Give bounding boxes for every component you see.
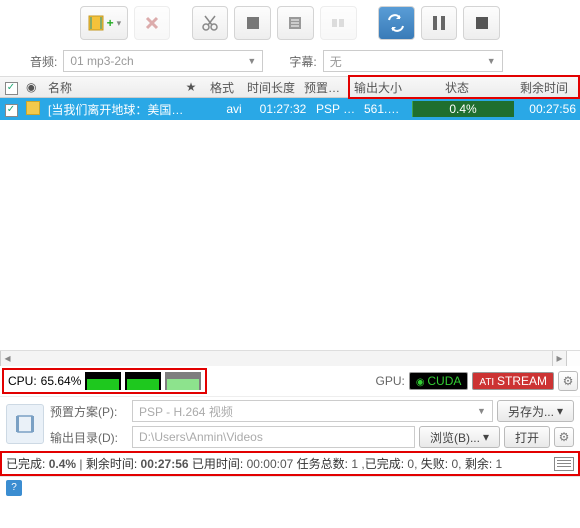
file-icon — [26, 101, 40, 115]
subtitle-label: 字幕: — [289, 53, 316, 70]
output-dir-input[interactable]: D:\Users\Anmin\Videos — [132, 426, 415, 448]
saveas-button[interactable]: 另存为...▾ — [497, 400, 574, 422]
cpu-value: 65.64% — [41, 374, 82, 388]
audio-select[interactable]: 01 mp3-2ch▼ — [63, 50, 263, 72]
list-view-icon[interactable] — [554, 457, 574, 471]
output-label: 输出目录(D): — [50, 429, 128, 446]
cpu-graph — [165, 372, 201, 390]
convert-button[interactable] — [378, 6, 415, 40]
horizontal-scrollbar[interactable]: ◂▸ — [0, 350, 580, 366]
preset-select[interactable]: PSP - H.264 视频▼ — [132, 400, 493, 422]
row-checkbox[interactable] — [5, 104, 18, 117]
gpu-label: GPU: — [376, 374, 405, 388]
cpu-graph — [125, 372, 161, 390]
stop-button[interactable] — [463, 6, 500, 40]
delete-button[interactable] — [134, 6, 171, 40]
ati-badge: ATI STREAM — [472, 372, 554, 390]
help-icon[interactable]: ? — [6, 480, 22, 496]
cut-button[interactable] — [192, 6, 229, 40]
crop-button[interactable] — [234, 6, 271, 40]
audio-label: 音频: — [30, 53, 57, 70]
nvidia-badge: ◉ CUDA — [409, 372, 469, 390]
gpu-settings-button[interactable]: ⚙ — [558, 371, 578, 391]
preset-icon — [6, 404, 44, 444]
task-list-area — [0, 120, 580, 350]
status-bar: 已完成: 0.4% | 剩余时间: 00:27:56 已用时间: 00:00:0… — [0, 451, 580, 476]
add-button[interactable]: +▾ — [80, 6, 128, 40]
table-header: ◉ 名称 ★ 格式 时间长度 预置方案 输出大小 状态 剩余时间 — [0, 76, 580, 98]
subtitle-select[interactable]: 无▼ — [323, 50, 503, 72]
cpu-graph — [85, 372, 121, 390]
cpu-label: CPU: — [8, 374, 37, 388]
open-button[interactable]: 打开 — [504, 426, 550, 448]
pause-button[interactable] — [421, 6, 458, 40]
browse-button[interactable]: 浏览(B)...▾ — [419, 426, 500, 448]
preset-label: 预置方案(P): — [50, 403, 128, 420]
preview-icon: ◉ — [22, 80, 44, 94]
effects-button[interactable] — [277, 6, 314, 40]
output-settings-button[interactable]: ⚙ — [554, 427, 574, 447]
select-all-checkbox[interactable] — [5, 82, 18, 95]
table-row[interactable]: [当我们离开地球：美国国家... avi 01:27:32 PSP - ... … — [0, 98, 580, 120]
merge-button[interactable] — [320, 6, 357, 40]
